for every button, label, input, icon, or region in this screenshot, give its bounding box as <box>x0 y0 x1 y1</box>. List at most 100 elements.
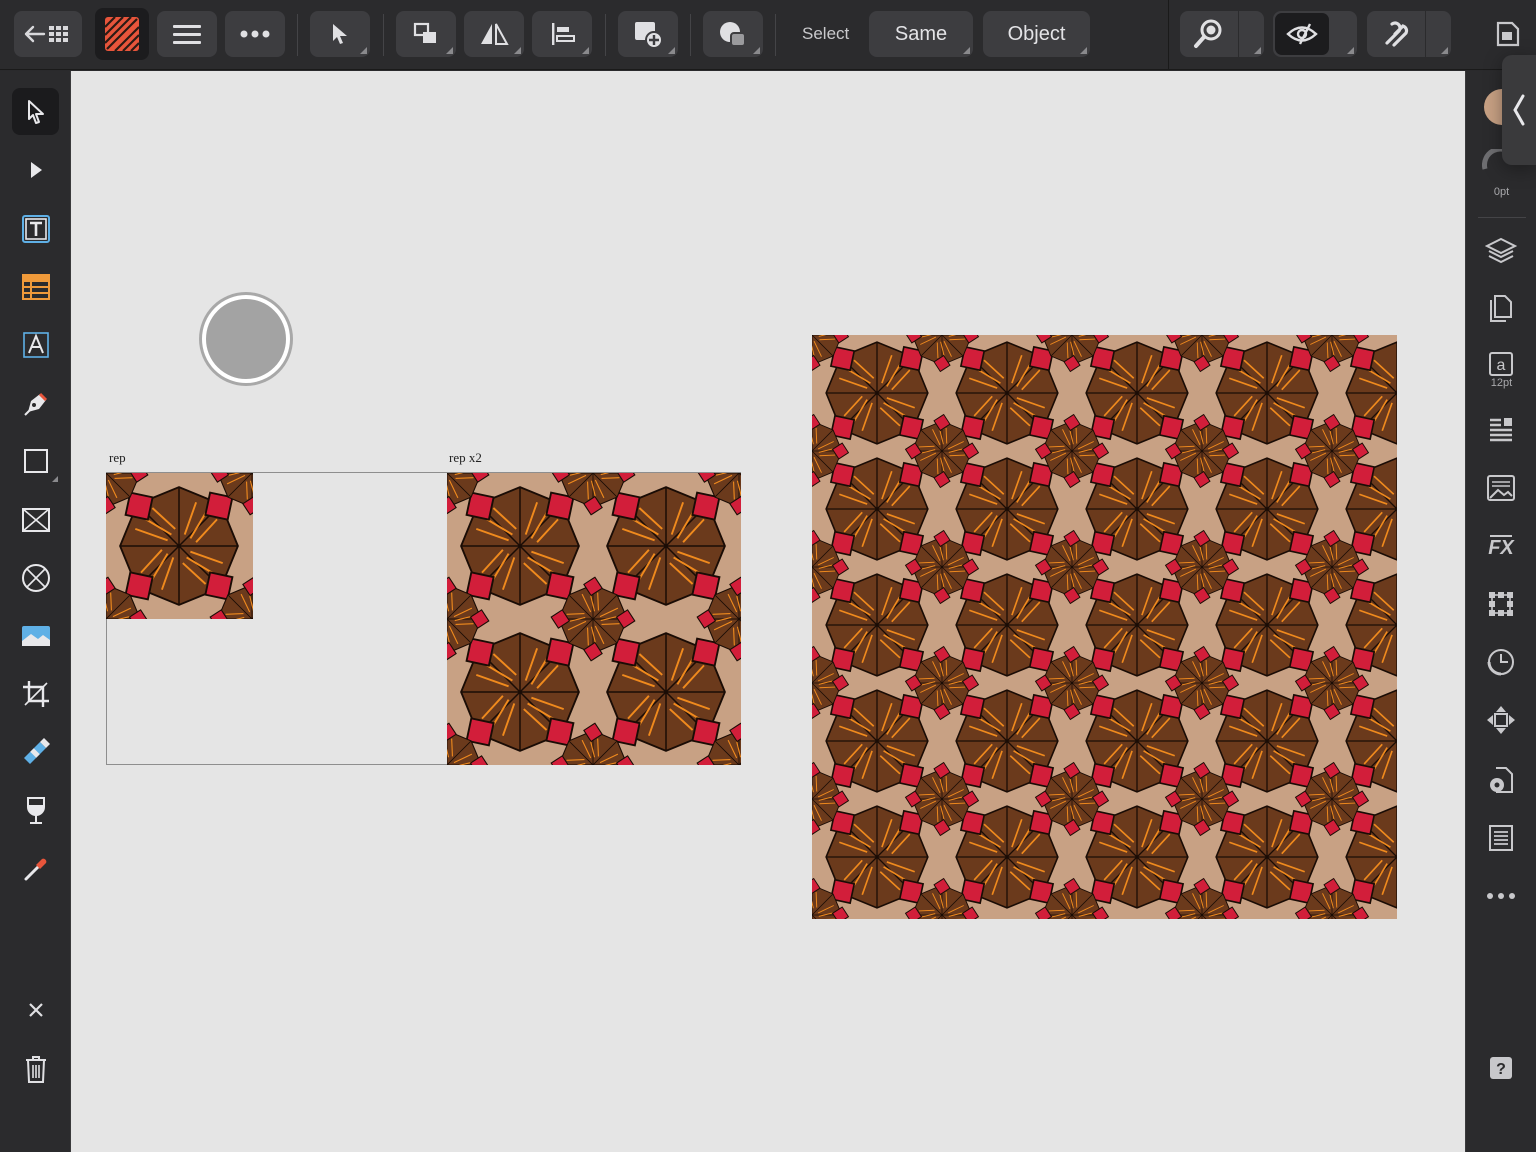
transparency-icon <box>26 796 45 824</box>
arrange-icon <box>413 22 436 43</box>
toolbar-divider <box>775 14 776 56</box>
text-styles-button[interactable] <box>1482 469 1520 507</box>
picture-frame-tool[interactable] <box>12 496 59 543</box>
insert-button[interactable] <box>618 11 678 57</box>
layers-button[interactable] <box>1482 231 1520 269</box>
select-label: Select <box>802 24 850 43</box>
layers-icon <box>1485 237 1517 264</box>
close-button[interactable] <box>12 986 59 1033</box>
move-tool-button[interactable] <box>310 11 370 57</box>
rep-x2-pattern-tile[interactable] <box>447 473 741 765</box>
flip-icon <box>481 23 509 45</box>
svg-text:?: ? <box>1496 1061 1506 1078</box>
affinity-publisher-window: Select Same Object rep rep x2 0pt a 12pt… <box>0 0 1536 1152</box>
color-picker-icon <box>24 858 46 880</box>
boolean-operations-button[interactable] <box>703 11 763 57</box>
back-grid-icon <box>24 25 68 43</box>
history-button[interactable] <box>1482 643 1520 681</box>
ellipse-frame-icon <box>21 563 50 592</box>
frame-text-icon <box>21 214 50 243</box>
trash-icon <box>25 1055 46 1083</box>
svg-text:a: a <box>1497 357 1506 374</box>
select-same-button[interactable]: Same <box>869 11 973 57</box>
stroke-width-readout: 0pt <box>1493 186 1510 198</box>
more-options-button[interactable] <box>225 11 285 57</box>
effects-button[interactable]: FX <box>1482 527 1520 565</box>
picture-frame-icon <box>21 507 50 532</box>
select-object-button[interactable]: Object <box>983 11 1090 57</box>
pages-icon <box>1490 295 1512 322</box>
help-icon: ? <box>1490 1057 1512 1079</box>
image-icon <box>21 625 50 646</box>
navigator-button[interactable] <box>1482 701 1520 739</box>
pages-button[interactable] <box>1482 289 1520 327</box>
document-settings-icon <box>1490 767 1513 793</box>
transform-button[interactable] <box>1482 585 1520 623</box>
pen-tool[interactable] <box>12 379 59 426</box>
toolbar-divider <box>605 14 606 56</box>
large-pattern-image[interactable] <box>812 335 1397 919</box>
view-mode-icon <box>1286 23 1318 45</box>
color-picker-tool[interactable] <box>12 845 59 892</box>
arrange-button[interactable] <box>396 11 456 57</box>
effects-icon: FX <box>1488 535 1515 559</box>
help-button[interactable]: ? <box>1482 1049 1520 1087</box>
crop-tool[interactable] <box>12 670 59 717</box>
artboard-repx2-label: rep x2 <box>449 450 482 465</box>
flip-button[interactable] <box>464 11 524 57</box>
table-tool[interactable] <box>12 263 59 310</box>
chevron-left-icon <box>1513 94 1525 126</box>
top-toolbar: Select Same Object <box>0 0 1536 70</box>
panel-collapse-tab[interactable] <box>1502 55 1536 165</box>
document-icon <box>1496 21 1520 47</box>
paragraph-button[interactable] <box>1482 411 1520 449</box>
panel-divider <box>1478 217 1526 218</box>
frame-text-tool[interactable] <box>12 205 59 252</box>
app-logo-icon <box>104 16 140 52</box>
add-shape-icon <box>635 22 663 49</box>
move-tool[interactable] <box>12 88 59 135</box>
back-to-documents-button[interactable] <box>14 11 82 57</box>
ellipse-frame-tool[interactable] <box>12 554 59 601</box>
document-canvas[interactable]: rep rep x2 <box>71 71 1465 1152</box>
select-same-label: Same <box>894 22 948 45</box>
transparency-tool[interactable] <box>12 787 59 834</box>
view-mode-button[interactable] <box>1273 11 1357 57</box>
document-settings-button[interactable] <box>1482 761 1520 799</box>
text-frame-button[interactable] <box>1482 819 1520 857</box>
snapping-button[interactable] <box>1367 11 1451 57</box>
align-button[interactable] <box>532 11 592 57</box>
snapping-icon <box>1385 21 1409 47</box>
rep-pattern-graphic <box>106 473 253 619</box>
pen-icon <box>23 392 47 416</box>
place-image-tool[interactable] <box>12 612 59 659</box>
artboard-rep-label: rep <box>109 450 126 465</box>
main-menu-button[interactable] <box>157 11 217 57</box>
tools-panel <box>0 71 71 1152</box>
artistic-text-tool[interactable] <box>12 321 59 368</box>
rectangle-icon <box>23 448 48 473</box>
toolbar-divider <box>1168 0 1169 70</box>
align-icon <box>552 23 575 45</box>
delete-button[interactable] <box>12 1045 59 1092</box>
close-icon <box>28 1002 43 1017</box>
boolean-icon <box>720 22 746 47</box>
crop-icon <box>22 680 49 707</box>
character-icon: a <box>1489 352 1513 376</box>
more-icon <box>240 30 270 38</box>
toolbar-divider <box>383 14 384 56</box>
select-object-label: Object <box>1007 22 1066 45</box>
zoom-button[interactable] <box>1180 11 1264 57</box>
rectangle-tool[interactable] <box>12 437 59 484</box>
app-persona-button[interactable] <box>95 8 149 60</box>
more-panels-button[interactable] <box>1482 877 1520 915</box>
move-pointer-icon <box>27 99 44 124</box>
document-button[interactable] <box>1478 11 1536 57</box>
svg-text:FX: FX <box>1488 537 1515 559</box>
toolbar-divider <box>690 14 691 56</box>
navigator-icon <box>1487 706 1515 734</box>
fill-tool[interactable] <box>12 728 59 775</box>
rep-pattern-tile[interactable] <box>106 473 253 619</box>
text-styles-icon <box>1487 475 1515 501</box>
node-tool[interactable] <box>12 146 59 193</box>
